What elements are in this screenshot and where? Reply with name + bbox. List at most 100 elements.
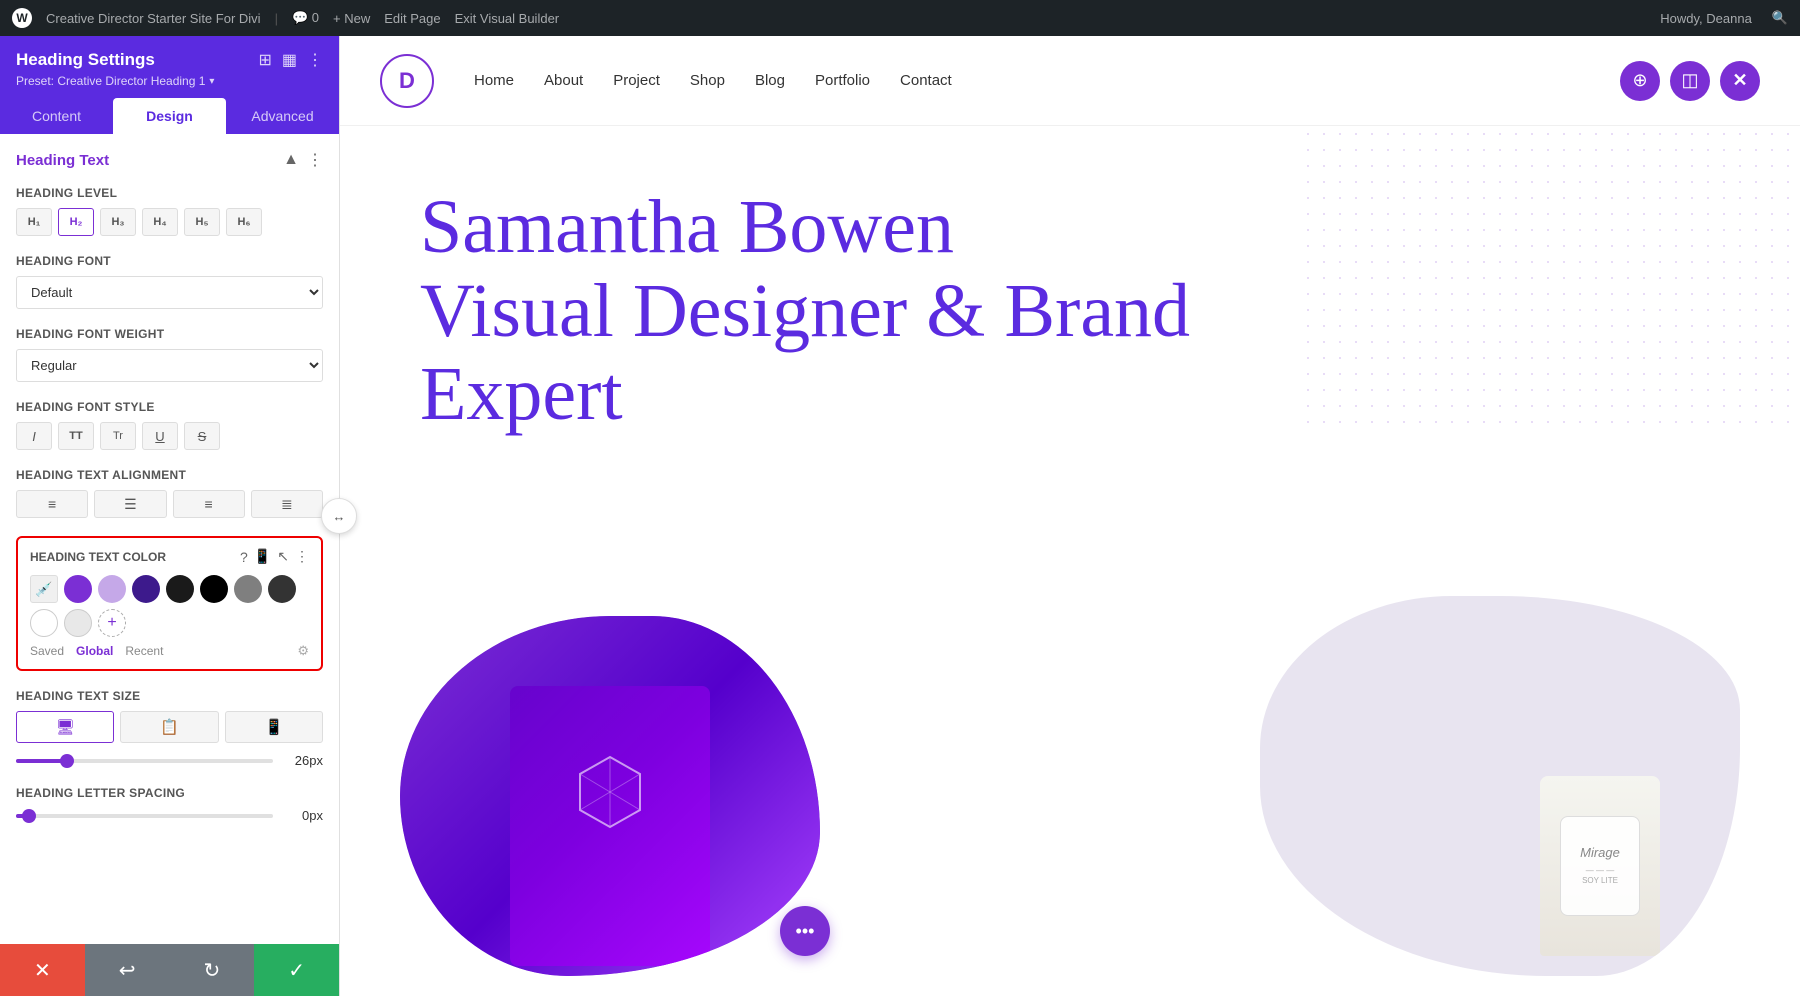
dribbble-icon[interactable]: ⊕ bbox=[1620, 61, 1660, 101]
color-tab-saved[interactable]: Saved bbox=[30, 644, 64, 658]
color-help-icon[interactable]: ? bbox=[240, 549, 248, 565]
heading-level-field: Heading Level H₁ H₂ H₃ H₄ H₅ H₆ bbox=[16, 186, 323, 236]
dotted-background bbox=[1300, 126, 1800, 426]
columns-icon[interactable]: ▦ bbox=[282, 50, 297, 70]
color-tab-global[interactable]: Global bbox=[76, 644, 113, 658]
section-collapse-icon[interactable]: ▲ bbox=[283, 151, 299, 169]
underline-button[interactable]: U bbox=[142, 422, 178, 450]
color-swatch-empty1[interactable] bbox=[30, 609, 58, 637]
candle-jar: Mirage — — — SOY LITE bbox=[1560, 816, 1640, 916]
tab-advanced[interactable]: Advanced bbox=[226, 98, 339, 134]
color-swatch-black[interactable] bbox=[166, 575, 194, 603]
mobile-device-button[interactable]: 📱 bbox=[225, 711, 323, 743]
align-left-button[interactable]: ≡ bbox=[16, 490, 88, 518]
letter-spacing-track[interactable] bbox=[16, 814, 273, 818]
nav-link-about[interactable]: About bbox=[544, 72, 583, 89]
section-more-icon[interactable]: ⋮ bbox=[307, 150, 323, 170]
h3-button[interactable]: H₃ bbox=[100, 208, 136, 236]
new-button[interactable]: + New bbox=[333, 11, 370, 26]
gem-icon bbox=[570, 752, 650, 832]
redo-button[interactable]: ↻ bbox=[170, 944, 255, 996]
h1-button[interactable]: H₁ bbox=[16, 208, 52, 236]
more-dots-icon: ••• bbox=[796, 921, 815, 942]
strikethrough-button[interactable]: S bbox=[184, 422, 220, 450]
h6-button[interactable]: H₆ bbox=[226, 208, 262, 236]
size-slider-track[interactable] bbox=[16, 759, 273, 763]
undo-button[interactable]: ↩ bbox=[85, 944, 170, 996]
nav-link-contact[interactable]: Contact bbox=[900, 72, 952, 89]
exit-visual-builder-link[interactable]: Exit Visual Builder bbox=[455, 11, 560, 26]
comment-icon[interactable]: 💬 0 bbox=[292, 10, 319, 26]
nav-link-portfolio[interactable]: Portfolio bbox=[815, 72, 870, 89]
heading-text-alignment-field: Heading Text Alignment ≡ ☰ ≡ ≣ bbox=[16, 468, 323, 518]
color-swatch-dark-black[interactable] bbox=[200, 575, 228, 603]
site-logo: D bbox=[380, 54, 434, 108]
capitalize-button[interactable]: Tr bbox=[100, 422, 136, 450]
h2-button[interactable]: H₂ bbox=[58, 208, 94, 236]
add-color-button[interactable]: + bbox=[98, 609, 126, 637]
second-image-area: Mirage — — — SOY LITE bbox=[840, 616, 1740, 996]
color-tab-recent[interactable]: Recent bbox=[125, 644, 163, 658]
edit-page-link[interactable]: Edit Page bbox=[384, 11, 440, 26]
instagram-icon[interactable]: ◫ bbox=[1670, 61, 1710, 101]
tab-design[interactable]: Design bbox=[113, 98, 226, 134]
preset-chevron-icon: ▾ bbox=[209, 76, 214, 87]
tab-content[interactable]: Content bbox=[0, 98, 113, 134]
admin-bar: W Creative Director Starter Site For Div… bbox=[0, 0, 1800, 36]
color-swatch-empty2[interactable] bbox=[64, 609, 92, 637]
color-more-icon[interactable]: ⋮ bbox=[295, 548, 309, 565]
panel-content: Heading Text ▲ ⋮ Heading Level H₁ H₂ H₃ … bbox=[0, 134, 339, 996]
desktop-device-button[interactable]: 🖥 bbox=[16, 711, 114, 743]
letter-spacing-thumb[interactable] bbox=[22, 809, 36, 823]
h4-button[interactable]: H₄ bbox=[142, 208, 178, 236]
heading-font-select[interactable]: Default bbox=[16, 276, 323, 309]
color-settings-icon[interactable]: ⚙ bbox=[297, 643, 309, 659]
nav-link-blog[interactable]: Blog bbox=[755, 72, 785, 89]
admin-bar-right: Howdy, Deanna 🔍 bbox=[1660, 10, 1788, 26]
eyedropper-icon: 💉 bbox=[35, 581, 52, 598]
preset-selector[interactable]: Preset: Creative Director Heading 1 ▾ bbox=[16, 74, 323, 88]
grid-icon[interactable]: ⊞ bbox=[258, 50, 271, 70]
floating-more-button[interactable]: ••• bbox=[780, 906, 830, 956]
heading-font-weight-field: Heading Font Weight Regular bbox=[16, 327, 323, 382]
align-right-button[interactable]: ≡ bbox=[173, 490, 245, 518]
twitter-x-icon[interactable]: ✕ bbox=[1720, 61, 1760, 101]
heading-font-weight-label: Heading Font Weight bbox=[16, 327, 323, 341]
size-slider-thumb[interactable] bbox=[60, 754, 74, 768]
alignment-buttons: ≡ ☰ ≡ ≣ bbox=[16, 490, 323, 518]
cancel-button[interactable]: ✕ bbox=[0, 944, 85, 996]
more-options-icon[interactable]: ⋮ bbox=[307, 50, 323, 70]
h5-button[interactable]: H₅ bbox=[184, 208, 220, 236]
heading-font-weight-select[interactable]: Regular bbox=[16, 349, 323, 382]
uppercase-button[interactable]: TT bbox=[58, 422, 94, 450]
preset-text: Preset: Creative Director Heading 1 bbox=[16, 74, 205, 88]
nav-link-home[interactable]: Home bbox=[474, 72, 514, 89]
panel-collapse-arrow[interactable]: ↔ bbox=[321, 498, 357, 534]
color-swatch-purple[interactable] bbox=[64, 575, 92, 603]
color-swatch-charcoal[interactable] bbox=[268, 575, 296, 603]
site-name: Creative Director Starter Site For Divi bbox=[46, 11, 261, 26]
italic-button[interactable]: I bbox=[16, 422, 52, 450]
color-pointer-icon[interactable]: ↖ bbox=[277, 548, 289, 565]
align-justify-button[interactable]: ≣ bbox=[251, 490, 323, 518]
light-blob-shape: Mirage — — — SOY LITE bbox=[1260, 596, 1740, 976]
candle-image: Mirage — — — SOY LITE bbox=[1540, 776, 1660, 956]
color-swatch-dark-purple[interactable] bbox=[132, 575, 160, 603]
section-header: Heading Text ▲ ⋮ bbox=[16, 150, 323, 170]
tablet-device-button[interactable]: 📋 bbox=[120, 711, 218, 743]
color-responsive-icon[interactable]: 📱 bbox=[254, 548, 271, 565]
admin-search-icon[interactable]: 🔍 bbox=[1772, 10, 1788, 26]
nav-link-shop[interactable]: Shop bbox=[690, 72, 725, 89]
heading-font-field: Heading Font Default bbox=[16, 254, 323, 309]
color-swatch-light-purple[interactable] bbox=[98, 575, 126, 603]
align-center-button[interactable]: ☰ bbox=[94, 490, 166, 518]
heading-text-size-field: Heading Text Size 🖥 📋 📱 26px bbox=[16, 689, 323, 768]
hero-images-area: Mirage — — — SOY LITE bbox=[400, 616, 1740, 996]
save-button[interactable]: ✓ bbox=[254, 944, 339, 996]
color-swatch-half-black[interactable] bbox=[234, 575, 262, 603]
wp-logo-icon[interactable]: W bbox=[12, 8, 32, 28]
heading-text-alignment-label: Heading Text Alignment bbox=[16, 468, 323, 482]
eyedropper-button[interactable]: 💉 bbox=[30, 575, 58, 603]
heading-text-color-section: Heading Text Color ? 📱 ↖ ⋮ 💉 bbox=[16, 536, 323, 671]
nav-link-project[interactable]: Project bbox=[613, 72, 660, 89]
